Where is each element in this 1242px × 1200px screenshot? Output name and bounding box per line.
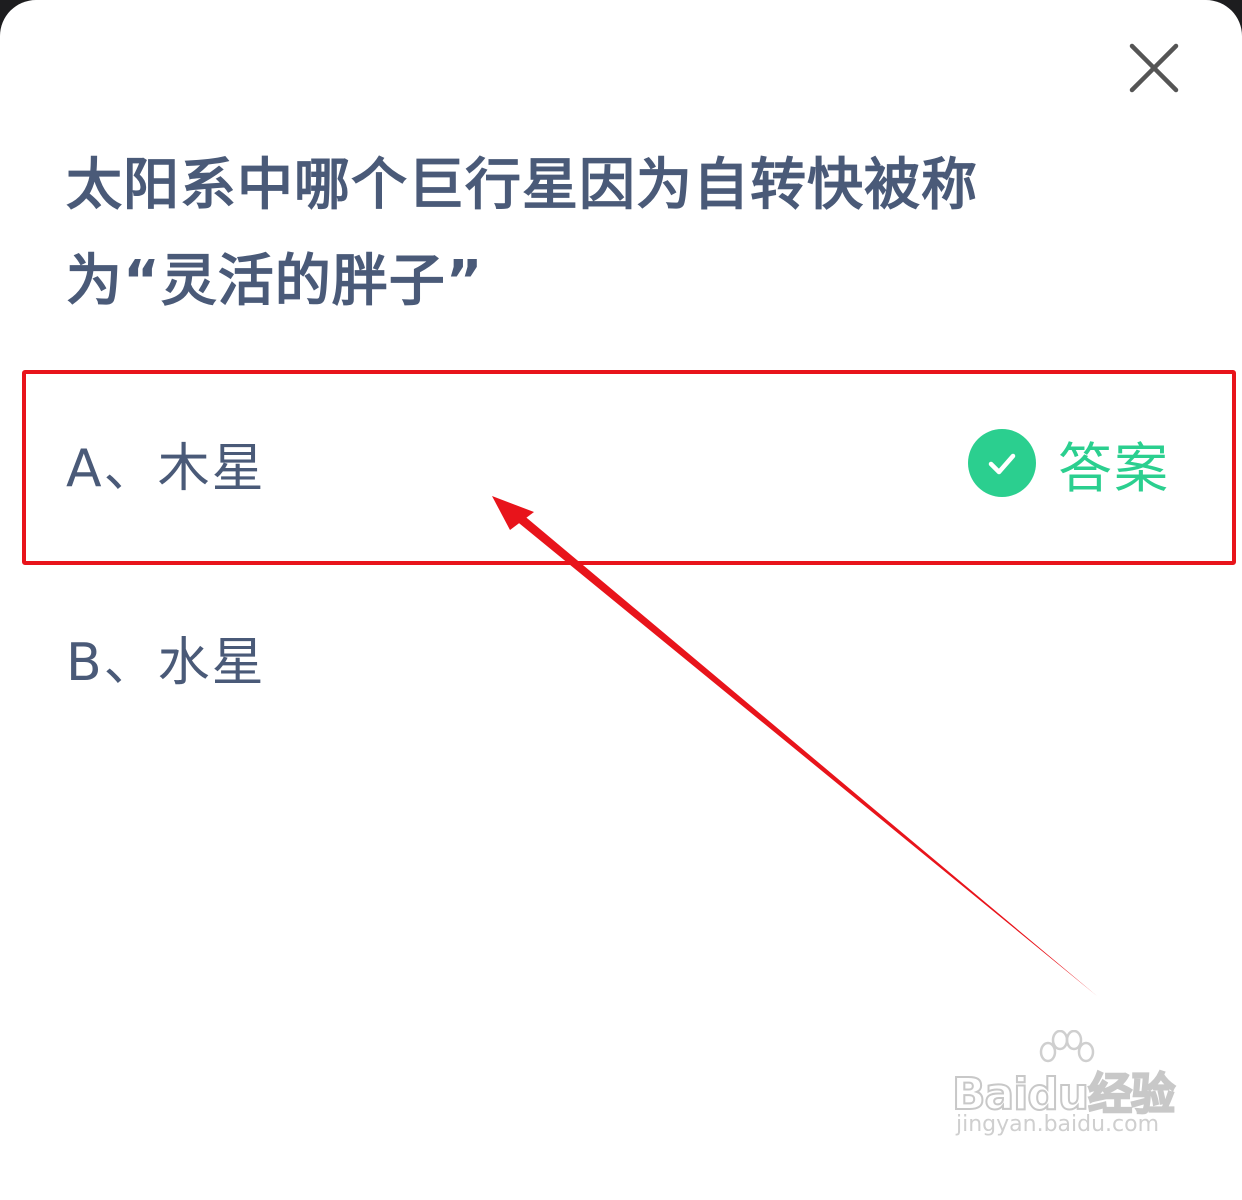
close-icon (1129, 43, 1179, 93)
answer-label: 答案 (1058, 436, 1170, 500)
quiz-dialog: 太阳系中哪个巨行星因为自转快被称为“灵活的胖子” A、木星 答案 B、水星 (0, 0, 1242, 1200)
answer-badge: 答案 (968, 424, 1170, 503)
baidu-watermark: Baidu经验 jingyan.baidu.com (951, 1030, 1182, 1145)
question-text: 太阳系中哪个巨行星因为自转快被称为“灵活的胖子” (66, 153, 978, 314)
option-b-label: B、水星 (66, 632, 266, 693)
option-a-label: A、木星 (66, 438, 266, 499)
close-button[interactable] (1122, 36, 1186, 100)
check-circle-icon (968, 429, 1036, 497)
option-a[interactable]: A、木星 答案 (66, 418, 1176, 508)
option-b[interactable]: B、水星 (66, 612, 1176, 702)
watermark-url: jingyan.baidu.com (956, 1112, 1160, 1137)
